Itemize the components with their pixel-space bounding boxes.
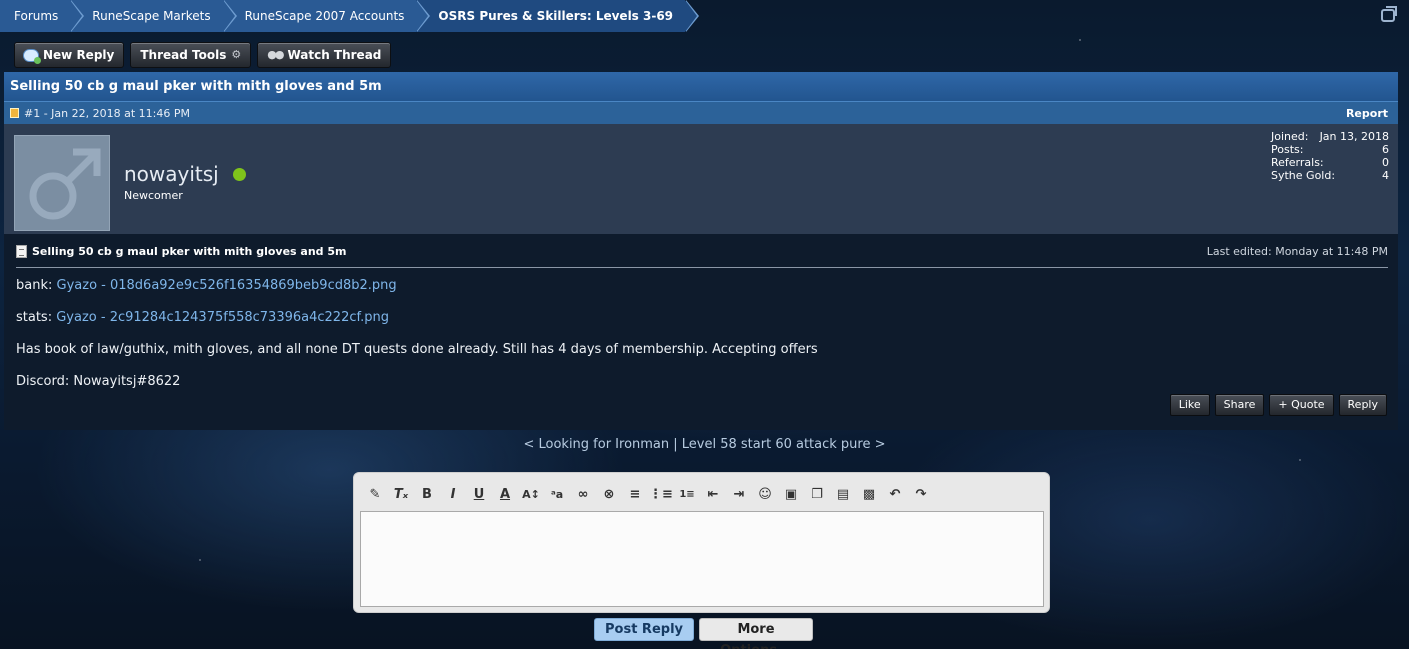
bank-link[interactable]: Gyazo - 018d6a92e9c526f16354869beb9cd8b2…: [57, 278, 397, 293]
text-color-icon[interactable]: A: [492, 483, 518, 505]
watch-thread-label: Watch Thread: [287, 48, 382, 62]
font-family-icon[interactable]: ᵃa: [544, 483, 570, 505]
male-symbol-icon: [29, 148, 101, 220]
report-link[interactable]: Report: [1346, 102, 1388, 124]
thread-navigation[interactable]: < Looking for Ironman | Level 58 start 6…: [0, 437, 1409, 452]
more-options-button[interactable]: More Options...: [699, 618, 813, 649]
stat-value: Jan 13, 2018: [1319, 130, 1389, 143]
insert-icon[interactable]: ▤: [830, 483, 856, 505]
numbered-list-icon[interactable]: 1≡: [674, 483, 700, 505]
bank-line: bank: Gyazo - 018d6a92e9c526f16354869beb…: [16, 278, 397, 293]
breadcrumb-forums[interactable]: Forums: [0, 0, 85, 32]
remove-format-icon[interactable]: Tₓ: [388, 483, 414, 505]
post-actions: Like Share + Quote Reply: [1169, 394, 1387, 416]
reply-textarea[interactable]: [360, 511, 1044, 607]
new-reply-label: New Reply: [43, 48, 115, 62]
gear-icon: ⚙: [231, 48, 242, 61]
breadcrumb: Forums RuneScape Markets RuneScape 2007 …: [0, 0, 699, 32]
breadcrumb-osrs-pures[interactable]: OSRS Pures & Skillers: Levels 3-69: [416, 0, 699, 32]
share-button[interactable]: Share: [1214, 394, 1265, 416]
thread-tools-button[interactable]: Thread Tools ⚙: [130, 42, 252, 68]
document-icon: [16, 245, 27, 258]
stat-value: 6: [1382, 143, 1389, 156]
post-header: Selling 50 cb g maul pker with mith glov…: [16, 234, 1388, 268]
format-painter-icon[interactable]: ✎: [362, 483, 388, 505]
stat-value: 0: [1382, 156, 1389, 169]
stat-label: Joined:: [1271, 130, 1309, 143]
unlink-icon[interactable]: ⊗: [596, 483, 622, 505]
watch-thread-button[interactable]: ●● Watch Thread: [257, 42, 392, 68]
breadcrumb-rs2007-accounts[interactable]: RuneScape 2007 Accounts: [222, 0, 431, 32]
quote-button[interactable]: + Quote: [1269, 394, 1334, 416]
align-left-icon[interactable]: ≡: [622, 483, 648, 505]
save-icon[interactable]: ▩: [856, 483, 882, 505]
online-status-icon: [232, 167, 246, 181]
stat-value: 4: [1382, 169, 1389, 182]
post-title: Selling 50 cb g maul pker with mith glov…: [32, 245, 347, 258]
image-icon[interactable]: ▣: [778, 483, 804, 505]
stat-label: Posts:: [1271, 143, 1304, 156]
bank-label: bank:: [16, 278, 53, 293]
user-stats: Joined: Jan 13, 2018 Posts: 6 Referrals: 0 …: [1271, 130, 1389, 182]
stat-label: Referrals:: [1271, 156, 1324, 169]
thread-tools-label: Thread Tools: [140, 48, 227, 62]
post-permalink[interactable]: #1 - Jan 22, 2018 at 11:46 PM: [24, 102, 190, 125]
breadcrumb-runescape-markets[interactable]: RuneScape Markets: [70, 0, 237, 32]
font-size-icon[interactable]: A↕: [518, 483, 544, 505]
underline-icon[interactable]: U: [466, 483, 492, 505]
username[interactable]: nowayitsj: [124, 162, 246, 186]
stat-label: Sythe Gold:: [1271, 169, 1336, 182]
discord-line: Discord: Nowayitsj#8622: [16, 374, 181, 389]
avatar[interactable]: [14, 135, 110, 231]
external-link-icon[interactable]: [1381, 6, 1397, 22]
like-button[interactable]: Like: [1169, 394, 1210, 416]
link-icon[interactable]: ∞: [570, 483, 596, 505]
reply-editor: ✎ Tₓ B I U A A↕ ᵃa ∞ ⊗ ≡ ⋮≡ 1≡ ⇤ ⇥ ☺ ▣ ❐…: [353, 472, 1050, 613]
speech-bubble-icon: [24, 49, 41, 64]
new-reply-button[interactable]: New Reply: [14, 42, 125, 68]
editor-toolbar: ✎ Tₓ B I U A A↕ ᵃa ∞ ⊗ ≡ ⋮≡ 1≡ ⇤ ⇥ ☺ ▣ ❐…: [362, 483, 934, 505]
stats-line: stats: Gyazo - 2c91284c124375f558c73396a…: [16, 310, 389, 325]
bold-icon[interactable]: B: [414, 483, 440, 505]
post-meta-bar: #1 - Jan 22, 2018 at 11:46 PM Report: [4, 101, 1398, 124]
username-text: nowayitsj: [124, 162, 219, 186]
post-reply-button[interactable]: Post Reply: [594, 618, 694, 641]
user-info-bar: nowayitsj Newcomer Joined: Jan 13, 2018 P…: [4, 124, 1398, 234]
italic-icon[interactable]: I: [440, 483, 466, 505]
indent-icon[interactable]: ⇥: [726, 483, 752, 505]
post-icon: [10, 108, 19, 118]
media-icon[interactable]: ❐: [804, 483, 830, 505]
post-text: Has book of law/guthix, mith gloves, and…: [16, 342, 818, 357]
thread-toolbar: New Reply Thread Tools ⚙ ●● Watch Thread: [14, 42, 392, 68]
redo-icon[interactable]: ↷: [908, 483, 934, 505]
post-body: Selling 50 cb g maul pker with mith glov…: [4, 234, 1398, 430]
outdent-icon[interactable]: ⇤: [700, 483, 726, 505]
thread-container: Selling 50 cb g maul pker with mith glov…: [4, 72, 1398, 430]
bullet-list-icon[interactable]: ⋮≡: [648, 483, 674, 505]
stats-link[interactable]: Gyazo - 2c91284c124375f558c73396a4c222cf…: [56, 310, 389, 325]
last-edited: Last edited: Monday at 11:48 PM: [1206, 245, 1388, 258]
stats-label: stats:: [16, 310, 53, 325]
smiley-icon[interactable]: ☺: [752, 483, 778, 505]
reply-button[interactable]: Reply: [1338, 394, 1387, 416]
thread-title: Selling 50 cb g maul pker with mith glov…: [4, 72, 1398, 101]
undo-icon[interactable]: ↶: [882, 483, 908, 505]
user-title: Newcomer: [124, 189, 183, 202]
binoculars-icon: ●●: [267, 48, 284, 61]
